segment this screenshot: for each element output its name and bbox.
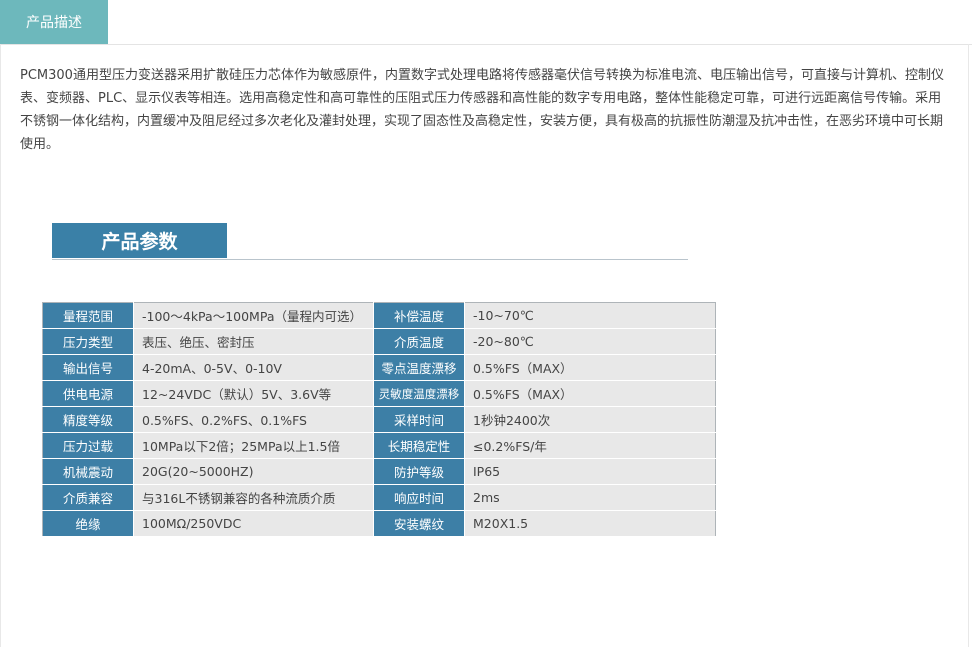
param-key: 零点温度漂移 <box>373 354 465 381</box>
param-value: -100～4kPa～100MPa（量程内可选） <box>133 302 374 329</box>
param-value: 4-20mA、0-5V、0-10V <box>133 354 374 381</box>
param-value: 12~24VDC（默认）5V、3.6V等 <box>133 380 374 407</box>
param-key: 防护等级 <box>373 458 465 485</box>
param-key: 精度等级 <box>42 406 134 433</box>
param-value: 10MPa以下2倍；25MPa以上1.5倍 <box>133 432 374 459</box>
param-key: 介质兼容 <box>42 484 134 511</box>
tab-bar: 产品描述 <box>0 0 972 45</box>
param-key: 压力类型 <box>42 328 134 355</box>
table-row: 介质兼容 与316L不锈钢兼容的各种流质介质 响应时间 2ms <box>42 484 716 511</box>
param-value: 0.5%FS（MAX） <box>464 354 716 381</box>
table-row: 输出信号 4-20mA、0-5V、0-10V 零点温度漂移 0.5%FS（MAX… <box>42 354 716 381</box>
param-key: 量程范围 <box>42 302 134 329</box>
table-row: 精度等级 0.5%FS、0.2%FS、0.1%FS 采样时间 1秒钟2400次 <box>42 406 716 433</box>
params-heading: 产品参数 <box>52 223 688 260</box>
table-row: 压力类型 表压、绝压、密封压 介质温度 -20~80℃ <box>42 328 716 355</box>
param-key: 机械震动 <box>42 458 134 485</box>
param-key: 长期稳定性 <box>373 432 465 459</box>
param-key: 响应时间 <box>373 484 465 511</box>
param-value: -20~80℃ <box>464 328 716 355</box>
param-key: 安装螺纹 <box>373 510 465 537</box>
param-value: 0.5%FS、0.2%FS、0.1%FS <box>133 406 374 433</box>
param-key: 输出信号 <box>42 354 134 381</box>
table-row: 供电电源 12~24VDC（默认）5V、3.6V等 灵敏度温度漂移 0.5%FS… <box>42 380 716 407</box>
table-row: 量程范围 -100～4kPa～100MPa（量程内可选） 补偿温度 -10~70… <box>42 302 716 329</box>
param-value: IP65 <box>464 458 716 485</box>
table-row: 机械震动 20G(20~5000HZ) 防护等级 IP65 <box>42 458 716 485</box>
params-table: 量程范围 -100～4kPa～100MPa（量程内可选） 补偿温度 -10~70… <box>42 302 716 537</box>
param-key: 介质温度 <box>373 328 465 355</box>
params-heading-title: 产品参数 <box>52 223 227 258</box>
param-value: 0.5%FS（MAX） <box>464 380 716 407</box>
table-row: 压力过载 10MPa以下2倍；25MPa以上1.5倍 长期稳定性 ≤0.2%FS… <box>42 432 716 459</box>
param-value: 2ms <box>464 484 716 511</box>
param-key: 供电电源 <box>42 380 134 407</box>
param-key: 采样时间 <box>373 406 465 433</box>
param-key: 灵敏度温度漂移 <box>373 380 465 407</box>
table-row: 绝缘 100MΩ/250VDC 安装螺纹 M20X1.5 <box>42 510 716 537</box>
tab-product-description[interactable]: 产品描述 <box>0 0 108 44</box>
param-key: 绝缘 <box>42 510 134 537</box>
param-key: 压力过载 <box>42 432 134 459</box>
param-value: 20G(20~5000HZ) <box>133 458 374 485</box>
param-value: 1秒钟2400次 <box>464 406 716 433</box>
param-value: M20X1.5 <box>464 510 716 537</box>
param-value: 表压、绝压、密封压 <box>133 328 374 355</box>
param-value: -10~70℃ <box>464 302 716 329</box>
param-value: ≤0.2%FS/年 <box>464 432 716 459</box>
param-value: 100MΩ/250VDC <box>133 510 374 537</box>
product-description-text: PCM300通用型压力变送器采用扩散硅压力芯体作为敏感原件，内置数字式处理电路将… <box>20 68 944 152</box>
param-key: 补偿温度 <box>373 302 465 329</box>
param-value: 与316L不锈钢兼容的各种流质介质 <box>133 484 374 511</box>
